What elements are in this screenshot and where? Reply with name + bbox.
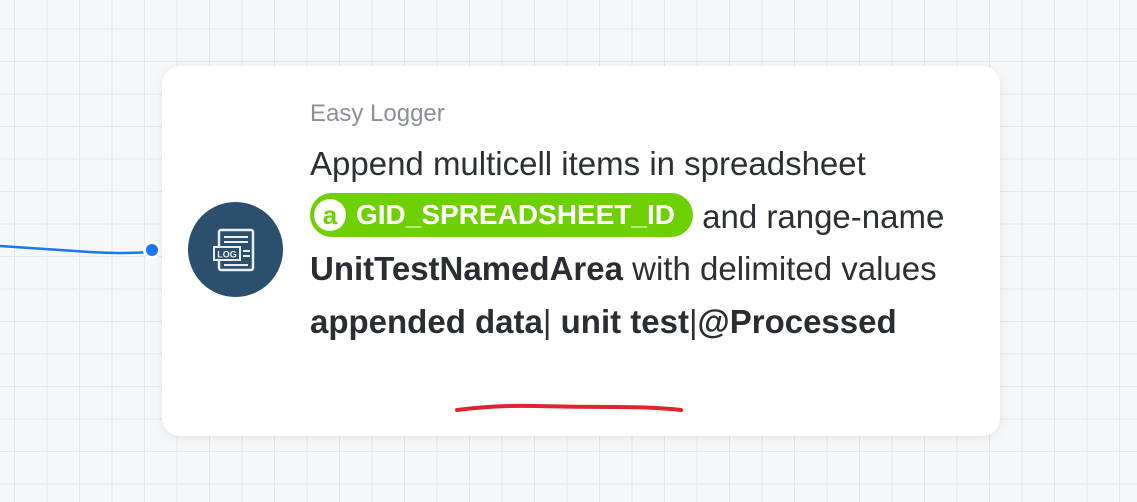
variable-label: GID_SPREADSHEET_ID <box>356 198 675 230</box>
description-text-2: and range-name <box>702 197 945 235</box>
log-icon-text: LOG <box>217 249 237 259</box>
value-part-2: unit test <box>560 302 689 340</box>
range-name-value: UnitTestNamedArea <box>310 250 623 287</box>
connector-handle[interactable] <box>143 241 161 259</box>
variable-type-icon: a <box>314 198 346 231</box>
node-content: Easy Logger Append multicell items in sp… <box>310 96 990 348</box>
description-text-1: Append multicell items in spreadsheet <box>310 145 866 182</box>
separator-1: | <box>542 302 552 340</box>
variable-pill[interactable]: a GID_SPREADSHEET_ID <box>310 192 693 237</box>
value-part-1: appended data <box>310 302 543 340</box>
node-description: Append multicell items in spreadsheet aG… <box>310 138 990 348</box>
node-icon: LOG <box>188 202 283 297</box>
connector-line <box>0 244 150 255</box>
log-file-icon: LOG <box>212 228 254 271</box>
red-underline-annotation <box>455 403 683 412</box>
description-text-3: with delimited values <box>632 250 937 287</box>
value-part-3: @Processed <box>697 302 897 340</box>
app-name: Easy Logger <box>310 100 445 127</box>
separator-2: | <box>688 302 698 340</box>
flow-node-card[interactable]: LOG Easy Logger Append multicell items i… <box>162 66 1000 436</box>
